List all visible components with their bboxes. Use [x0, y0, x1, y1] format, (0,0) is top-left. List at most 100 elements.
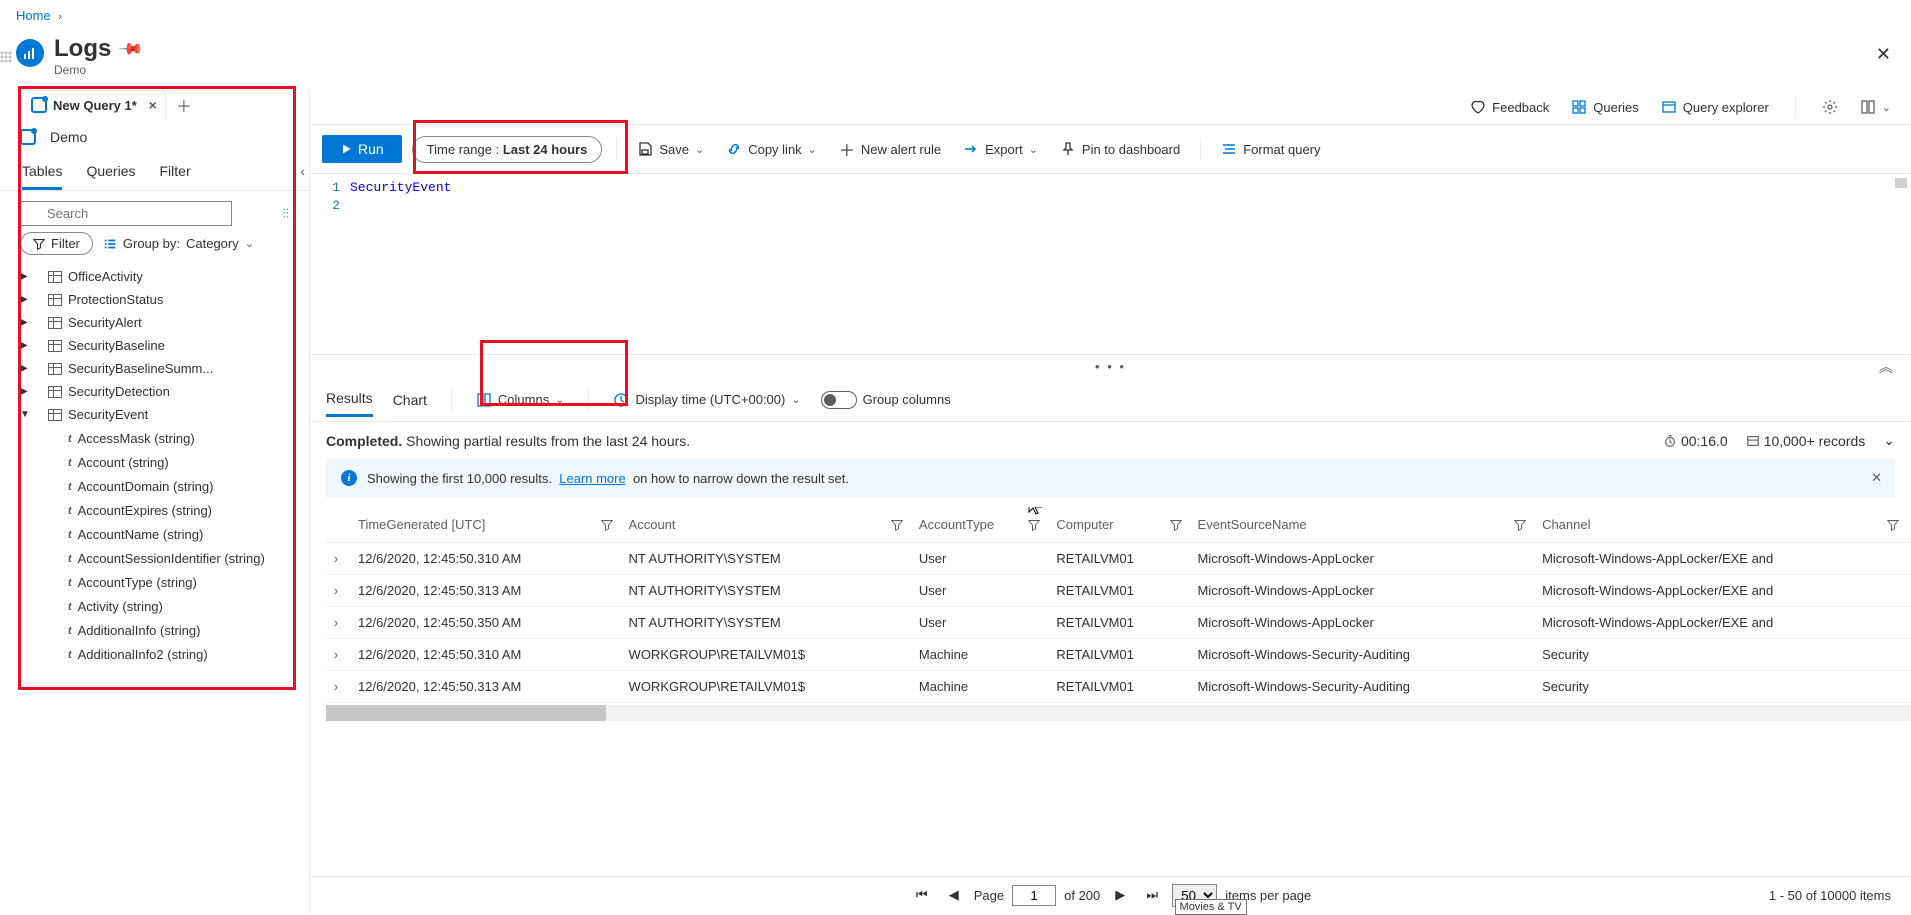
- column-node[interactable]: tAccountName (string): [8, 522, 301, 546]
- column-node[interactable]: tActivity (string): [8, 594, 301, 618]
- expand-results-icon[interactable]: ⌄: [1883, 432, 1895, 449]
- query-icon: [31, 97, 47, 113]
- pin-icon[interactable]: 📌: [117, 35, 145, 63]
- learn-more-link[interactable]: Learn more: [559, 471, 625, 486]
- tab-queries[interactable]: Queries: [86, 155, 135, 190]
- last-page-button[interactable]: ⏭: [1140, 883, 1164, 907]
- expand-row-icon[interactable]: ›: [326, 543, 354, 575]
- cell: User: [915, 575, 1053, 607]
- toggle-off-icon[interactable]: [821, 391, 857, 409]
- results-tab[interactable]: Results: [326, 382, 373, 417]
- cell: 12/6/2020, 12:45:50.310 AM: [354, 543, 625, 575]
- chevron-up-icon[interactable]: ︽: [1879, 357, 1893, 377]
- layout-icon[interactable]: ⌄: [1860, 99, 1891, 115]
- columns-button[interactable]: Columns⌄: [476, 392, 565, 408]
- feedback-button[interactable]: Feedback: [1470, 99, 1549, 115]
- settings-gear-icon[interactable]: [1822, 99, 1838, 115]
- scope-name[interactable]: Demo: [50, 129, 87, 145]
- first-page-button[interactable]: ⏮: [910, 883, 934, 907]
- editor-gutter: 12: [310, 180, 350, 348]
- expand-row-icon[interactable]: ›: [326, 575, 354, 607]
- format-query-button[interactable]: Format query: [1215, 137, 1326, 161]
- logs-resource-icon: [16, 39, 44, 67]
- next-page-button[interactable]: ▶: [1108, 883, 1132, 907]
- filter-icon[interactable]: [1887, 519, 1899, 531]
- filter-icon[interactable]: [601, 519, 613, 531]
- chart-tab[interactable]: Chart: [393, 384, 427, 416]
- cell: User: [915, 607, 1053, 639]
- table-node[interactable]: ▶OfficeActivity: [8, 265, 301, 288]
- table-node[interactable]: ▶SecurityDetection: [8, 380, 301, 403]
- display-time-button[interactable]: Display time (UTC+00:00)⌄: [613, 392, 800, 408]
- filter-icon[interactable]: [1170, 519, 1182, 531]
- collapse-sidebar-icon[interactable]: ‹: [300, 163, 305, 179]
- cell: RETAILVM01: [1052, 671, 1193, 703]
- page-title: Logs: [54, 35, 111, 63]
- close-blade-button[interactable]: ✕: [1876, 44, 1891, 65]
- expand-row-icon[interactable]: ›: [326, 639, 354, 671]
- tab-tables[interactable]: Tables: [22, 155, 62, 190]
- filter-icon[interactable]: [1028, 519, 1040, 531]
- cell: RETAILVM01: [1052, 575, 1193, 607]
- search-settings-icon[interactable]: ⫶⫶: [283, 206, 290, 222]
- column-node[interactable]: tAdditionalInfo (string): [8, 618, 301, 642]
- column-node[interactable]: tAccessMask (string): [8, 426, 301, 450]
- prev-page-button[interactable]: ◀: [942, 883, 966, 907]
- query-explorer-button[interactable]: Query explorer: [1661, 99, 1769, 115]
- close-banner-icon[interactable]: ✕: [1871, 470, 1882, 486]
- results-table: TimeGenerated [UTC]AccountAccountTypeCom…: [326, 507, 1911, 703]
- tab-filter[interactable]: Filter: [160, 155, 191, 190]
- close-tab-icon[interactable]: ×: [149, 97, 157, 113]
- query-editor[interactable]: 12 SecurityEvent: [310, 174, 1911, 354]
- breadcrumb-home[interactable]: Home: [16, 8, 51, 23]
- filter-icon[interactable]: [1514, 519, 1526, 531]
- column-node[interactable]: tAccount (string): [8, 450, 301, 474]
- expand-row-icon[interactable]: ›: [326, 671, 354, 703]
- run-button[interactable]: Run: [322, 135, 402, 163]
- group-columns-toggle[interactable]: Group columns: [821, 391, 951, 409]
- column-node[interactable]: tAccountType (string): [8, 570, 301, 594]
- table-node[interactable]: ▶SecurityAlert: [8, 311, 301, 334]
- search-input[interactable]: [20, 201, 232, 226]
- column-header[interactable]: Computer: [1052, 507, 1193, 543]
- table-node-expanded[interactable]: ▼SecurityEvent: [8, 403, 301, 426]
- page-input[interactable]: [1012, 885, 1056, 906]
- new-alert-button[interactable]: ＋ New alert rule: [833, 133, 947, 165]
- new-tab-button[interactable]: ＋: [176, 93, 192, 117]
- editor-code[interactable]: SecurityEvent: [350, 180, 1911, 348]
- table-row[interactable]: ›12/6/2020, 12:45:50.310 AMNT AUTHORITY\…: [326, 543, 1911, 575]
- copy-link-button[interactable]: Copy link⌄: [720, 137, 823, 161]
- column-header[interactable]: TimeGenerated [UTC]: [354, 507, 625, 543]
- results-splitter[interactable]: • • • ︽: [310, 354, 1911, 378]
- export-button[interactable]: Export⌄: [957, 137, 1044, 161]
- column-node[interactable]: tAccountDomain (string): [8, 474, 301, 498]
- pin-button[interactable]: Pin to dashboard: [1054, 137, 1186, 161]
- schema-tree: ▶OfficeActivity▶ProtectionStatus▶Securit…: [0, 265, 309, 913]
- filter-pill[interactable]: Filter: [20, 232, 93, 255]
- filter-icon[interactable]: [891, 519, 903, 531]
- pager-summary: 1 - 50 of 10000 items: [1769, 888, 1891, 903]
- save-button[interactable]: Save⌄: [631, 137, 710, 161]
- column-node[interactable]: tAdditionalInfo2 (string): [8, 642, 301, 666]
- column-header[interactable]: EventSourceName: [1194, 507, 1539, 543]
- table-row[interactable]: ›12/6/2020, 12:45:50.310 AMWORKGROUP\RET…: [326, 639, 1911, 671]
- column-node[interactable]: tAccountExpires (string): [8, 498, 301, 522]
- table-node[interactable]: ▶SecurityBaselineSumm...: [8, 357, 301, 380]
- horizontal-scrollbar[interactable]: [326, 705, 1911, 721]
- group-by-selector[interactable]: Group by: Category ⌄: [103, 236, 254, 251]
- table-row[interactable]: ›12/6/2020, 12:45:50.350 AMNT AUTHORITY\…: [326, 607, 1911, 639]
- queries-button[interactable]: Queries: [1571, 99, 1639, 115]
- column-header[interactable]: Channel: [1538, 507, 1911, 543]
- column-node[interactable]: tAccountSessionIdentifier (string): [8, 546, 301, 570]
- column-header[interactable]: AccountType: [915, 507, 1053, 543]
- time-range-picker[interactable]: Time range : Last 24 hours: [412, 136, 603, 163]
- table-row[interactable]: ›12/6/2020, 12:45:50.313 AMWORKGROUP\RET…: [326, 671, 1911, 703]
- query-tab[interactable]: New Query 1* ×: [20, 90, 166, 119]
- column-header[interactable]: Account: [625, 507, 915, 543]
- table-node[interactable]: ▶SecurityBaseline: [8, 334, 301, 357]
- cell: Security: [1538, 639, 1911, 671]
- expand-row-icon[interactable]: ›: [326, 607, 354, 639]
- table-row[interactable]: ›12/6/2020, 12:45:50.313 AMNT AUTHORITY\…: [326, 575, 1911, 607]
- table-node[interactable]: ▶ProtectionStatus: [8, 288, 301, 311]
- chevron-right-icon: ›: [58, 11, 62, 23]
